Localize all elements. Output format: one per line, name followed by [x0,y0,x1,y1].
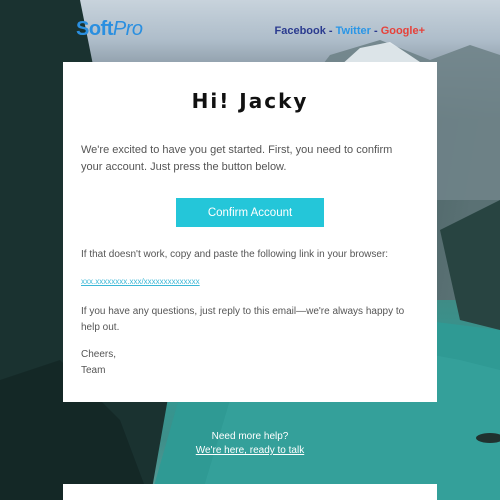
social-links: Facebook - Twitter - Google+ [275,25,425,37]
social-separator: - [370,25,381,37]
email-card: Hi! Jacky We're excited to have you get … [63,62,437,402]
help-link[interactable]: We're here, ready to talk [196,445,304,456]
help-section: Need more help? We're here, ready to tal… [0,430,500,458]
intro-text: We're excited to have you get started. F… [81,144,393,173]
signoff-line: Cheers, [81,349,117,360]
logo-main: Soft [76,18,113,40]
signoff: Cheers, Team [81,347,116,379]
fallback-text: If that doesn't work, copy and paste the… [81,249,389,260]
help-title: Need more help? [211,431,289,442]
footer-card [63,484,437,500]
confirm-account-button[interactable]: Confirm Account [176,198,324,227]
facebook-link[interactable]: Facebook [275,25,326,37]
social-separator: - [325,25,336,37]
confirmation-link[interactable]: xxx.xxxxxxxx.xxx/xxxxxxxxxxxxxx [81,277,200,286]
logo-accent: Pro [112,18,143,40]
softpro-logo[interactable]: SoftPro [76,18,143,41]
questions-text: If you have any questions, just reply to… [81,306,405,333]
signature-line: Team [81,365,106,376]
google-plus-link[interactable]: Google+ [381,25,425,37]
twitter-link[interactable]: Twitter [336,25,371,37]
email-header: SoftPro Facebook - Twitter - Google+ [0,0,500,62]
greeting-heading: Hi! Jacky [191,89,309,113]
